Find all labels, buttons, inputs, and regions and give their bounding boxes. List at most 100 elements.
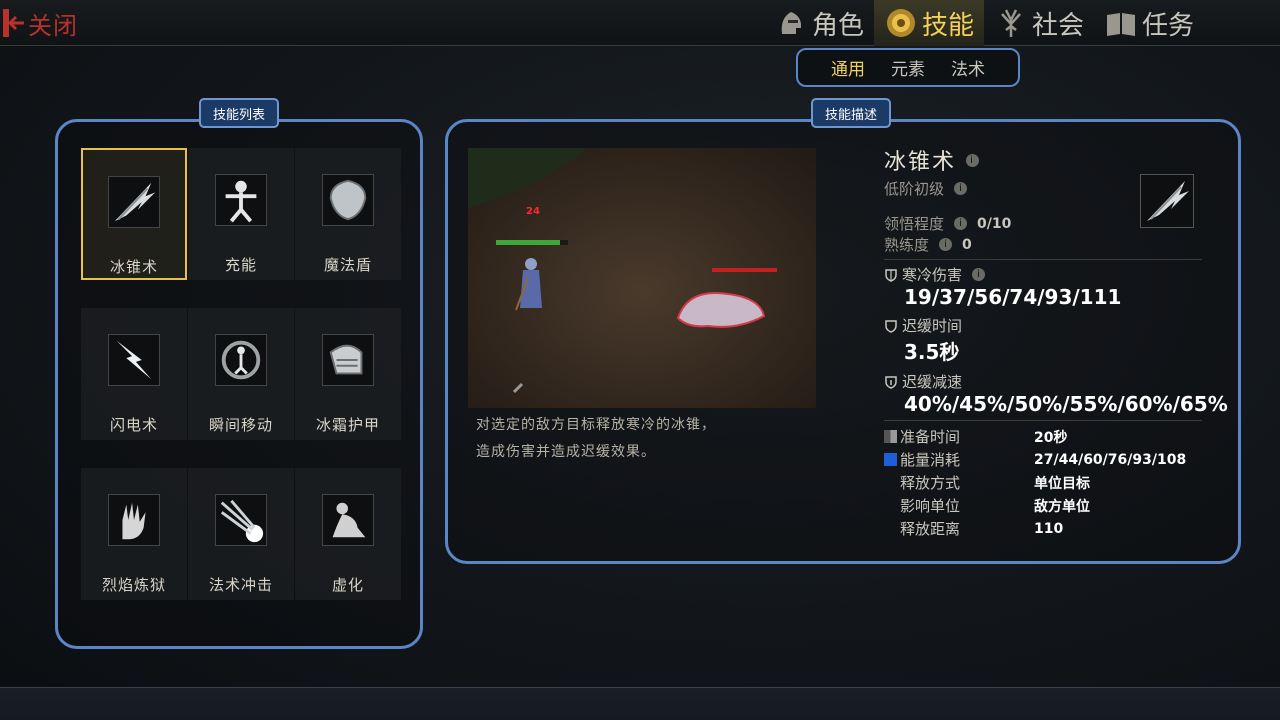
flame-hand-icon (108, 494, 160, 546)
attr-value: 20秒 (1034, 429, 1068, 446)
info-icon[interactable]: i (972, 268, 986, 281)
skill-name: 冰锥术 (109, 258, 158, 276)
info-icon[interactable]: i (966, 153, 980, 167)
skill-name: 魔法盾 (323, 256, 372, 274)
skill-description-title: 技能描述 (811, 98, 892, 128)
book-icon (1106, 13, 1135, 36)
skill-slot-frost-armor[interactable]: 冰霜护甲 (295, 308, 401, 440)
attr-row-range: 释放距离 110 (884, 517, 1214, 540)
slow-amount-label: 迟缓减速 (884, 371, 1214, 392)
skill-name: 充能 (224, 256, 257, 274)
knight-helmet-icon (781, 12, 802, 34)
skill-slot-flame-inferno[interactable]: 烈焰炼狱 (81, 468, 187, 600)
proficiency-row: 熟练度 i 0 (884, 234, 1214, 255)
attr-label-text: 能量消耗 (900, 451, 961, 469)
divider (884, 420, 1202, 421)
description-line: 对选定的敌方目标释放寒冷的冰锥， (476, 417, 716, 433)
magic-shield-icon (322, 174, 374, 226)
tab-quests-label: 任务 (1141, 10, 1194, 41)
close-label: 关闭 (28, 11, 78, 40)
skill-slot-charge[interactable]: 充能 (188, 148, 294, 280)
skill-stats: 冰锥术 i 低阶初级 i 领悟程度 i 0/10 熟练度 i 0 寒冷伤害 i … (884, 144, 1228, 540)
cold-damage-label: 寒冷伤害 i (884, 264, 1214, 285)
tab-quests[interactable]: 任务 (1094, 0, 1204, 46)
skill-description-text: 对选定的敌方目标释放寒冷的冰锥， 造成伤害并造成迟缓效果。 (476, 412, 716, 466)
close-button[interactable]: 关闭 (0, 4, 78, 42)
shield-icon (885, 319, 897, 333)
attr-value: 27/44/60/76/93/108 (1034, 451, 1187, 468)
shield-icon (885, 375, 897, 389)
tab-character[interactable]: 角色 (764, 0, 874, 46)
skill-name: 烈焰炼狱 (101, 576, 166, 594)
info-icon[interactable]: i (939, 238, 953, 251)
ethereal-figure-icon (322, 494, 374, 546)
skill-list-panel: 技能列表 冰锥术 充能 魔法盾 闪电术 瞬间移动 冰霜护甲 烈焰炼狱 法术冲击 … (55, 98, 423, 649)
shield-icon (885, 268, 897, 282)
teleport-icon (215, 334, 267, 386)
skill-slot-teleport[interactable]: 瞬间移动 (188, 308, 294, 440)
skill-slot-lightning[interactable]: 闪电术 (81, 308, 187, 440)
charge-figure-icon (215, 174, 267, 226)
attr-value: 敌方单位 (1034, 498, 1090, 515)
exit-door-icon (3, 9, 24, 37)
frost-armor-icon (322, 334, 374, 386)
attr-row-target: 影响单位 敌方单位 (884, 494, 1214, 517)
slow-duration-label: 迟缓时间 (884, 315, 1214, 336)
main-tabs: 角色 技能 社会 任务 (764, 0, 1204, 46)
stat-label-text: 迟缓时间 (902, 317, 963, 335)
mastery-label: 领悟程度 (884, 215, 945, 233)
skill-title-text: 冰锥术 (884, 150, 957, 175)
skill-slot-ethereal[interactable]: 虚化 (295, 468, 401, 600)
tree-icon (1001, 9, 1021, 37)
skill-title: 冰锥术 i (884, 144, 1214, 176)
tab-social-label: 社会 (1031, 10, 1084, 41)
attr-row-cast-type: 释放方式 单位目标 (884, 471, 1214, 494)
stat-label-text: 迟缓减速 (902, 373, 963, 391)
skill-preview-image: 24 (468, 148, 816, 408)
top-bar: 关闭 角色 技能 社会 任务 (0, 0, 1280, 46)
stat-label-text: 寒冷伤害 (902, 266, 963, 284)
lightning-icon (108, 334, 160, 386)
cooldown-icon (884, 430, 897, 443)
attr-row-energy-cost: 能量消耗 27/44/60/76/93/108 (884, 448, 1214, 471)
description-line: 造成伤害并造成迟缓效果。 (476, 444, 656, 460)
skill-level-text: 低阶初级 (884, 180, 945, 198)
attr-label: 准备时间 (884, 426, 1034, 447)
energy-icon (884, 453, 897, 466)
skill-category-tabs: 通用 元素 法术 (796, 48, 1020, 87)
tab-character-label: 角色 (811, 10, 864, 41)
proficiency-value: 0 (962, 236, 972, 253)
skill-slot-spell-blast[interactable]: 法术冲击 (188, 468, 294, 600)
attr-label: 能量消耗 (884, 449, 1034, 470)
damage-number: 24 (526, 206, 540, 217)
info-icon[interactable]: i (954, 217, 968, 230)
tab-social[interactable]: 社会 (984, 0, 1094, 46)
skill-name: 瞬间移动 (208, 416, 273, 434)
slow-amount-value: 40%/45%/50%/55%/60%/65% (904, 392, 1228, 416)
ice-shard-icon (108, 176, 160, 228)
skill-name: 闪电术 (109, 416, 158, 434)
subtab-spells[interactable]: 法术 (951, 55, 985, 80)
skill-description-panel: 技能描述 24 对选定的敌方目标释放寒冷的冰锥， 造成伤害并造成迟缓效果。 冰锥… (445, 98, 1241, 564)
attr-value: 单位目标 (1034, 475, 1090, 492)
spell-blast-icon (215, 494, 267, 546)
ice-shard-icon (1140, 174, 1194, 228)
skill-slot-magic-shield[interactable]: 魔法盾 (295, 148, 401, 280)
skill-name: 法术冲击 (208, 576, 273, 594)
skill-slot-ice-shard[interactable]: 冰锥术 (81, 148, 187, 280)
mastery-value: 0/10 (977, 215, 1012, 232)
skill-name: 虚化 (331, 576, 364, 594)
info-icon[interactable]: i (954, 182, 968, 195)
tab-skills[interactable]: 技能 (873, 0, 984, 46)
subtab-elemental[interactable]: 元素 (891, 55, 925, 80)
attr-label: 释放方式 (900, 474, 961, 492)
attr-label: 影响单位 (900, 497, 961, 515)
sun-emblem-icon (886, 9, 915, 37)
slow-duration-value: 3.5秒 (904, 340, 960, 364)
attr-label-text: 准备时间 (900, 428, 961, 446)
subtab-general[interactable]: 通用 (831, 55, 865, 80)
skill-name: 冰霜护甲 (315, 416, 380, 434)
attr-row-cast-time: 准备时间 20秒 (884, 425, 1214, 448)
tab-skills-label: 技能 (921, 10, 974, 41)
proficiency-label: 熟练度 (884, 236, 930, 254)
